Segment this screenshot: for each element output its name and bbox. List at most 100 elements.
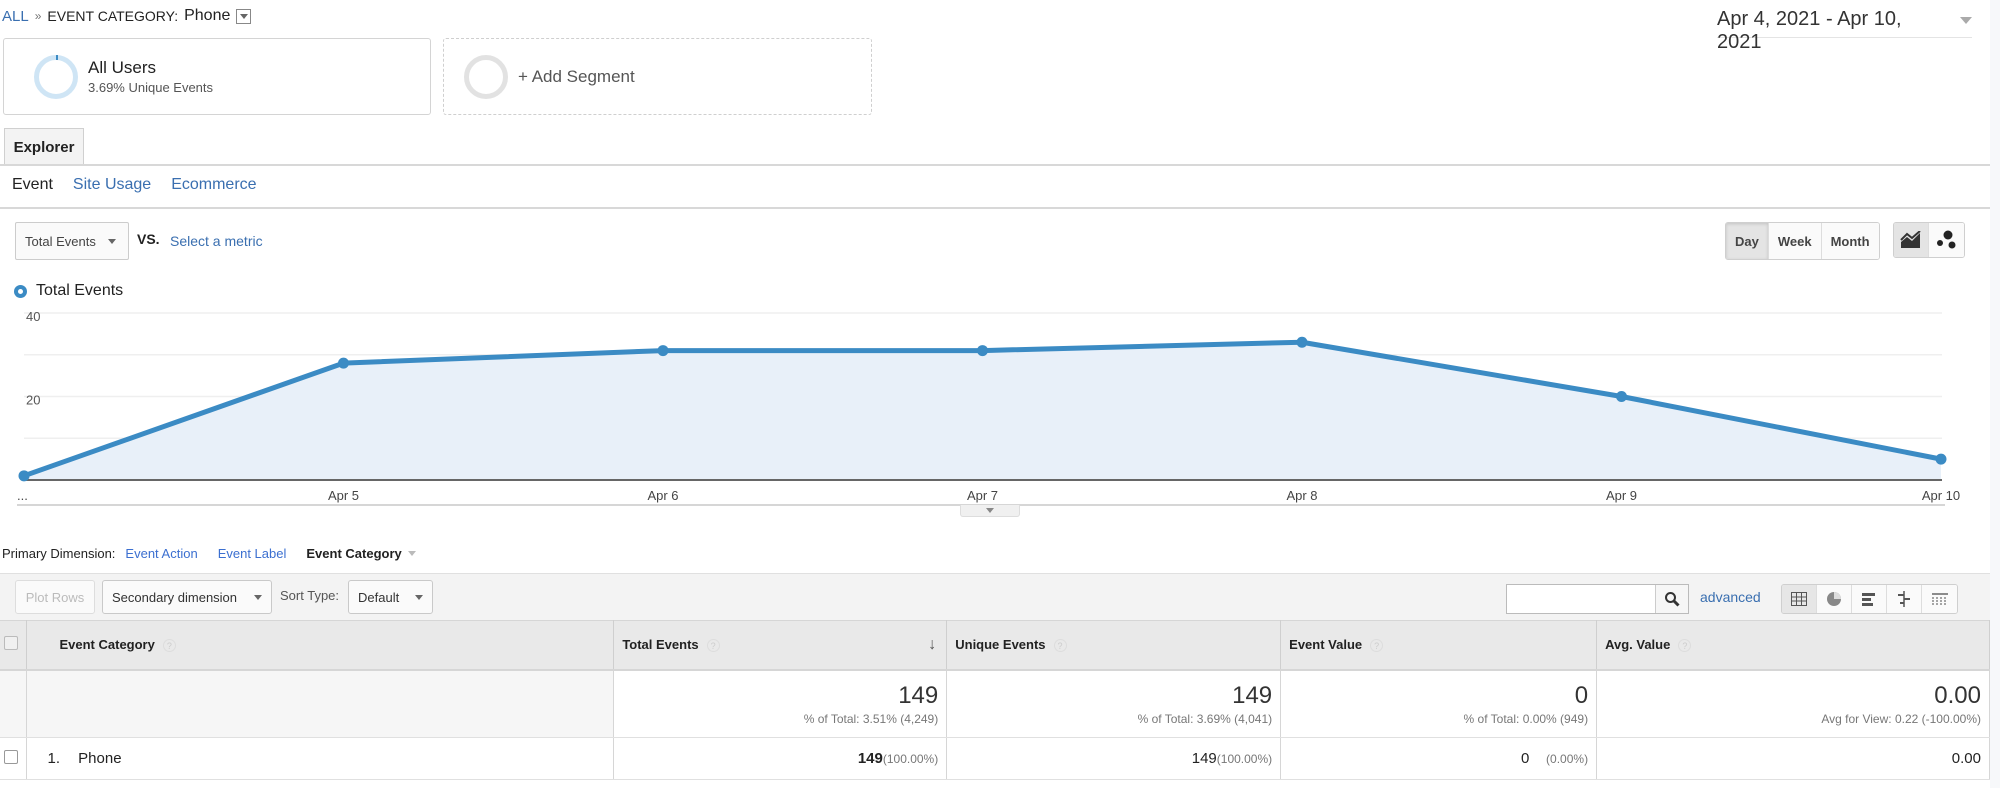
chevron-down-icon xyxy=(986,508,994,513)
row-name-cell: 1. Phone xyxy=(26,737,615,780)
dimension-event-category[interactable]: Event Category xyxy=(306,546,416,561)
x-tick-label: Apr 5 xyxy=(328,488,359,503)
column-header-label: Avg. Value xyxy=(1605,637,1671,653)
period-day-button[interactable]: Day xyxy=(1726,223,1769,259)
row-percent: (100.00%) xyxy=(882,752,939,766)
segment-all-users[interactable]: All Users 3.69% Unique Events xyxy=(3,38,431,115)
line-chart: 20 40... Apr 5 Apr 6 Apr 7 Apr 8 Apr 9 Apr 10 xyxy=(17,309,1960,506)
motion-chart-button[interactable] xyxy=(1929,223,1964,257)
data-point xyxy=(1616,391,1627,402)
date-range-label: Apr 4, 2021 - Apr 10, 2021 xyxy=(1717,8,1902,53)
subtab-ecommerce[interactable]: Ecommerce xyxy=(171,176,256,194)
search-button[interactable] xyxy=(1655,585,1688,613)
chevron-down-icon xyxy=(254,594,262,600)
advanced-filter-link[interactable]: advanced xyxy=(1700,589,1761,605)
column-header-total-events[interactable]: Total Events? ↓ xyxy=(613,620,948,671)
table-view-icon xyxy=(1791,592,1807,606)
legend-label: Total Events xyxy=(36,282,124,299)
row-event-value: 0 (0.00%) xyxy=(1280,737,1598,780)
row-value: 149 xyxy=(857,750,883,767)
sort-type-label: Sort Type: xyxy=(280,588,340,603)
line-chart-button[interactable] xyxy=(1894,223,1929,257)
table-header-row: Event Category? Total Events? ↓ Unique E… xyxy=(0,620,1990,671)
primary-dimension-bar: Primary Dimension: Event Action Event La… xyxy=(2,546,416,561)
sort-type-value: Default xyxy=(358,589,400,605)
period-week-button[interactable]: Week xyxy=(1768,223,1822,259)
help-icon[interactable]: ? xyxy=(1678,639,1692,653)
breadcrumb-category-label: EVENT CATEGORY: xyxy=(47,8,179,24)
dimension-event-action[interactable]: Event Action xyxy=(125,546,197,561)
summary-subtext: % of Total: 3.69% (4,041) xyxy=(1137,711,1273,726)
column-header-event-category[interactable]: Event Category? xyxy=(26,620,615,671)
segment-ring-icon xyxy=(34,54,78,99)
empty-segment-ring-icon xyxy=(464,54,508,99)
row-name-link[interactable]: Phone xyxy=(78,750,121,767)
help-icon[interactable]: ? xyxy=(706,639,720,653)
metric-select[interactable]: Total Events xyxy=(15,222,129,260)
column-header-label: Event Value xyxy=(1289,637,1363,653)
period-month-button[interactable]: Month xyxy=(1821,223,1879,259)
row-value: 0 xyxy=(1521,750,1530,767)
select-all-cell xyxy=(0,620,28,671)
chart-collapse-handle[interactable] xyxy=(960,505,1020,517)
summary-subtext: % of Total: 0.00% (949) xyxy=(1463,711,1589,726)
divider xyxy=(0,207,1990,209)
table-toolbar: Plot Rows Secondary dimension Sort Type:… xyxy=(0,573,1990,620)
chevron-down-icon xyxy=(407,551,416,556)
breadcrumb-separator: » xyxy=(34,9,42,23)
x-tick-label: Apr 9 xyxy=(1606,488,1637,503)
pie-view-button[interactable] xyxy=(1817,585,1852,613)
column-header-label: Unique Events xyxy=(955,637,1046,653)
summary-value: 0 xyxy=(1574,681,1589,709)
dimension-event-label[interactable]: Event Label xyxy=(218,546,287,561)
column-header-event-value[interactable]: Event Value? xyxy=(1280,620,1598,671)
date-range-picker[interactable]: Apr 4, 2021 - Apr 10, 2021 xyxy=(1717,8,1972,53)
column-header-avg-value[interactable]: Avg. Value? xyxy=(1596,620,1990,671)
column-header-unique-events[interactable]: Unique Events? xyxy=(946,620,1282,671)
summary-unique-events: 149 % of Total: 3.69% (4,041) xyxy=(946,669,1282,738)
row-avg-value: 0.00 xyxy=(1596,737,1990,780)
add-segment-button[interactable]: + Add Segment xyxy=(443,38,872,115)
y-tick-label: 20 xyxy=(26,393,40,408)
breadcrumb-all-link[interactable]: ALL xyxy=(2,8,29,25)
row-value: 149 xyxy=(1191,750,1217,767)
plot-rows-button[interactable]: Plot Rows xyxy=(15,580,95,614)
sort-descending-icon: ↓ xyxy=(928,636,937,653)
secondary-dimension-select[interactable]: Secondary dimension xyxy=(102,580,272,614)
row-checkbox-cell xyxy=(0,737,28,780)
pivot-view-button[interactable] xyxy=(1922,585,1957,613)
summary-value: 149 xyxy=(1232,681,1273,709)
pie-chart-icon xyxy=(1827,592,1841,606)
table-row: 1. Phone 149(100.00%) 149(100.00%) 0 (0.… xyxy=(0,737,1990,780)
row-value: 0.00 xyxy=(1951,750,1981,767)
select-metric-link[interactable]: Select a metric xyxy=(170,233,263,249)
column-header-label: Total Events xyxy=(622,637,699,653)
tab-explorer[interactable]: Explorer xyxy=(4,128,84,165)
help-icon[interactable]: ? xyxy=(1370,639,1384,653)
table-search-input[interactable] xyxy=(1507,585,1655,613)
comparison-view-button[interactable] xyxy=(1887,585,1922,613)
breadcrumb-dropdown-button[interactable] xyxy=(236,8,252,24)
subtab-event[interactable]: Event xyxy=(12,176,53,194)
data-point xyxy=(1935,453,1947,465)
data-point xyxy=(1296,336,1308,348)
select-all-checkbox[interactable] xyxy=(4,636,18,651)
row-checkbox[interactable] xyxy=(4,749,18,764)
divider xyxy=(0,164,1990,166)
performance-view-button[interactable] xyxy=(1852,585,1887,613)
sort-type-select[interactable]: Default xyxy=(348,580,433,614)
summary-name-cell xyxy=(26,669,615,738)
table-view-toggle xyxy=(1781,584,1958,614)
help-icon[interactable]: ? xyxy=(162,639,176,653)
subtab-site-usage[interactable]: Site Usage xyxy=(73,176,151,194)
data-point xyxy=(977,345,988,357)
series-area xyxy=(24,342,1941,480)
summary-avg-value: 0.00 Avg for View: 0.22 (-100.00%) xyxy=(1596,669,1990,738)
data-point xyxy=(657,345,669,357)
help-icon[interactable]: ? xyxy=(1053,639,1067,653)
row-unique-events: 149(100.00%) xyxy=(946,737,1282,780)
table-view-button[interactable] xyxy=(1782,585,1817,613)
chart-legend: Total Events xyxy=(14,282,123,300)
metric-select-value: Total Events xyxy=(25,233,96,249)
summary-total-events: 149 % of Total: 3.51% (4,249) xyxy=(613,669,948,738)
